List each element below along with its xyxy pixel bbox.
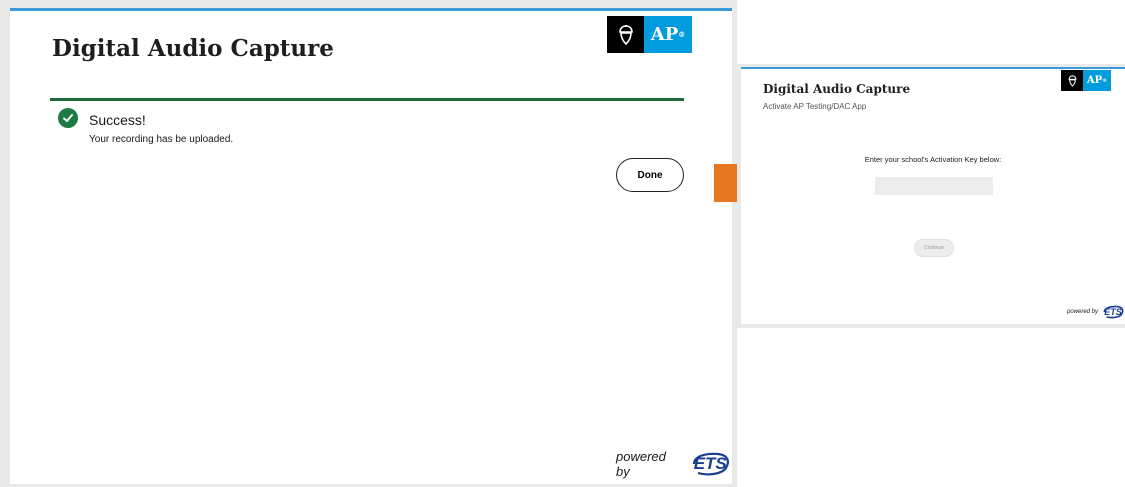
continue-button[interactable]: Continue: [914, 239, 954, 257]
acorn-seal-icon: [607, 16, 644, 53]
ets-logo-icon: ETS: [688, 451, 732, 477]
activation-key-prompt: Enter your school's Activation Key below…: [864, 155, 1002, 164]
transition-arrow: [714, 164, 737, 202]
powered-by-label: powered by: [1067, 309, 1099, 315]
page-subtitle: Activate AP Testing/DAC App: [763, 102, 867, 111]
left-window-frame: Digital Audio Capture AP ® Success! Your …: [0, 0, 737, 487]
powered-by-ets: powered by ETS: [616, 449, 732, 479]
ets-logo-icon: ETS: [1101, 305, 1125, 319]
right-window-frame: Digital Audio Capture Activate AP Testin…: [737, 64, 1125, 328]
done-button[interactable]: Done: [616, 158, 684, 192]
ap-logo: AP ®: [607, 16, 692, 53]
ap-label: AP: [1086, 75, 1103, 86]
activation-card: Digital Audio Capture Activate AP Testin…: [741, 67, 1125, 324]
ap-label: AP: [650, 24, 679, 45]
check-circle-icon: [58, 108, 78, 128]
page-title: Digital Audio Capture: [763, 82, 911, 96]
ap-text-badge: AP ®: [1083, 70, 1111, 91]
success-message: Your recording has be uploaded.: [89, 134, 234, 145]
powered-by-label: powered by: [616, 449, 666, 479]
ets-label: ETS: [693, 454, 727, 473]
success-divider: [50, 98, 684, 101]
success-card: Digital Audio Capture AP ® Success! Your …: [10, 8, 732, 484]
ets-label: ETS: [1104, 307, 1122, 317]
ap-text-badge: AP ®: [644, 16, 692, 53]
powered-by-ets: powered by ETS: [1067, 305, 1125, 319]
acorn-seal-icon: [1061, 70, 1083, 91]
success-heading: Success!: [89, 112, 146, 128]
activation-key-input[interactable]: [875, 177, 993, 195]
page-title: Digital Audio Capture: [52, 35, 334, 62]
ap-logo: AP ®: [1061, 70, 1111, 91]
